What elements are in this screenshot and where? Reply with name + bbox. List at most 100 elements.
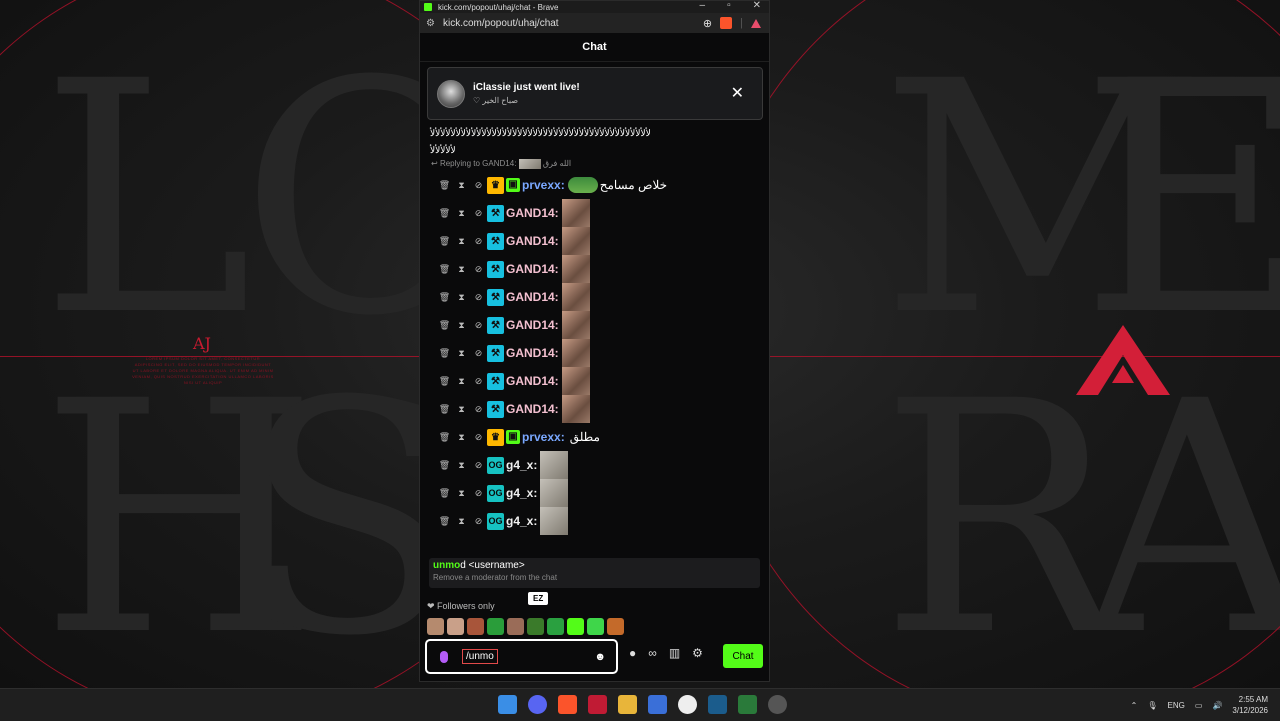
- chat-message[interactable]: 🗑 ⧗ ⊘ ⚒ GAND14:: [420, 255, 769, 283]
- trash-icon[interactable]: 🗑: [436, 320, 453, 331]
- chat-username[interactable]: GAND14:: [506, 206, 559, 220]
- microphone-tray-icon[interactable]: 🎙: [1147, 701, 1157, 710]
- chat-message[interactable]: 🗑 ⧗ ⊘ OG g4_x:: [420, 479, 769, 507]
- trash-icon[interactable]: 🗑: [436, 404, 453, 415]
- file-explorer-icon[interactable]: [618, 695, 637, 714]
- channel-points-icon[interactable]: ●: [629, 646, 636, 660]
- ban-icon[interactable]: ⊘: [470, 236, 487, 247]
- chat-username[interactable]: g4_x:: [506, 458, 537, 472]
- ban-icon[interactable]: ⊘: [470, 404, 487, 415]
- timeout-icon[interactable]: ⧗: [453, 432, 470, 443]
- emote-button[interactable]: [547, 618, 564, 635]
- chat-message[interactable]: 🗑 ⧗ ⊘ ♛ ▣ prvexx: خلاص مسامح: [420, 171, 769, 199]
- emote-button[interactable]: [587, 618, 604, 635]
- emoji-picker-icon[interactable]: ☻: [594, 651, 606, 663]
- trash-icon[interactable]: 🗑: [436, 432, 453, 443]
- close-window-icon[interactable]: ✕: [753, 1, 761, 11]
- trash-icon[interactable]: 🗑: [436, 460, 453, 471]
- chat-message[interactable]: 🗑 ⧗ ⊘ ⚒ GAND14:: [420, 283, 769, 311]
- volume-icon[interactable]: 🔊: [1212, 701, 1222, 710]
- trash-icon[interactable]: 🗑: [436, 236, 453, 247]
- steam-icon[interactable]: [708, 695, 727, 714]
- chat-username[interactable]: GAND14:: [506, 374, 559, 388]
- ban-icon[interactable]: ⊘: [470, 348, 487, 359]
- live-streamer-name[interactable]: iClassie: [473, 82, 511, 93]
- ban-icon[interactable]: ⊘: [470, 292, 487, 303]
- tray-chevron-icon[interactable]: ⌃: [1131, 701, 1138, 710]
- send-chat-button[interactable]: Chat: [723, 644, 763, 668]
- language-indicator[interactable]: ENG: [1168, 701, 1185, 710]
- timeout-icon[interactable]: ⧗: [453, 236, 470, 247]
- emote-button[interactable]: [487, 618, 504, 635]
- ban-icon[interactable]: ⊘: [470, 432, 487, 443]
- ban-icon[interactable]: ⊘: [470, 460, 487, 471]
- ban-icon[interactable]: ⊘: [470, 488, 487, 499]
- chat-username[interactable]: g4_x:: [506, 486, 537, 500]
- zoom-icon[interactable]: ⊕: [703, 17, 712, 30]
- microphone-icon[interactable]: [440, 650, 448, 663]
- chat-username[interactable]: prvexx:: [522, 430, 565, 444]
- chat-message[interactable]: 🗑 ⧗ ⊘ ♛ ▣ prvexx: مطلق: [420, 423, 769, 451]
- ban-icon[interactable]: ⊘: [470, 516, 487, 527]
- chat-input-text[interactable]: /unmo: [462, 649, 498, 664]
- timeout-icon[interactable]: ⧗: [453, 376, 470, 387]
- timeout-icon[interactable]: ⧗: [453, 404, 470, 415]
- chat-message[interactable]: 🗑 ⧗ ⊘ ⚒ GAND14:: [420, 395, 769, 423]
- brave-browser-icon[interactable]: [558, 695, 577, 714]
- apex-launcher-icon[interactable]: [588, 695, 607, 714]
- trash-icon[interactable]: 🗑: [436, 264, 453, 275]
- start-menu-icon[interactable]: [498, 695, 517, 714]
- address-bar[interactable]: ⚙ kick.com/popout/uhaj/chat ⊕ |: [420, 13, 769, 33]
- chat-username[interactable]: GAND14:: [506, 346, 559, 360]
- ban-icon[interactable]: ⊘: [470, 180, 487, 191]
- command-suggestion[interactable]: unmod <username> Remove a moderator from…: [429, 558, 760, 588]
- site-settings-icon[interactable]: ⚙: [426, 18, 435, 29]
- emote-button[interactable]: [507, 618, 524, 635]
- ban-icon[interactable]: ⊘: [470, 320, 487, 331]
- trash-icon[interactable]: 🗑: [436, 292, 453, 303]
- timeout-icon[interactable]: ⧗: [453, 348, 470, 359]
- timeout-icon[interactable]: ⧗: [453, 180, 470, 191]
- settings-gear-icon[interactable]: ⚙: [692, 646, 703, 660]
- timeout-icon[interactable]: ⧗: [453, 488, 470, 499]
- timeout-icon[interactable]: ⧗: [453, 516, 470, 527]
- discord-icon[interactable]: [528, 695, 547, 714]
- xbox-icon[interactable]: [738, 695, 757, 714]
- chat-message[interactable]: 🗑 ⧗ ⊘ ⚒ GAND14:: [420, 367, 769, 395]
- trash-icon[interactable]: 🗑: [436, 180, 453, 191]
- trash-icon[interactable]: 🗑: [436, 376, 453, 387]
- chat-username[interactable]: g4_x:: [506, 514, 537, 528]
- timeout-icon[interactable]: ⧗: [453, 264, 470, 275]
- app-icon[interactable]: [648, 695, 667, 714]
- chat-messages[interactable]: ﻷﻷﻷﻷﻷﻷﻷﻷﻷﻷﻷﻷﻷﻷﻷﻷﻷﻷﻷﻷﻷﻷﻷﻷﻷﻷﻷﻷﻷﻷﻷﻷﻷﻷﻷﻷﻷﻷﻷﻷ…: [420, 123, 769, 551]
- clock[interactable]: 2:55 AM 3/12/2026: [1232, 694, 1268, 716]
- chat-username[interactable]: GAND14:: [506, 234, 559, 248]
- chat-message[interactable]: 🗑 ⧗ ⊘ ⚒ GAND14:: [420, 339, 769, 367]
- network-icon[interactable]: ▭: [1195, 701, 1203, 710]
- emote-button[interactable]: [447, 618, 464, 635]
- chat-username[interactable]: GAND14:: [506, 290, 559, 304]
- chat-message[interactable]: 🗑 ⧗ ⊘ OG g4_x:: [420, 451, 769, 479]
- emote-button-ez[interactable]: [527, 618, 544, 635]
- trash-icon[interactable]: 🗑: [436, 348, 453, 359]
- timeout-icon[interactable]: ⧗: [453, 208, 470, 219]
- emote-button[interactable]: [467, 618, 484, 635]
- trash-icon[interactable]: 🗑: [436, 208, 453, 219]
- chat-username[interactable]: GAND14:: [506, 318, 559, 332]
- live-notification[interactable]: iClassie just went live! ♡ صباح الخير ✕: [427, 67, 763, 120]
- chat-message[interactable]: 🗑 ⧗ ⊘ OG g4_x:: [420, 507, 769, 535]
- channel-points-value[interactable]: ∞: [648, 646, 657, 660]
- timeout-icon[interactable]: ⧗: [453, 292, 470, 303]
- chat-input[interactable]: /unmo ☻: [425, 639, 618, 674]
- ban-icon[interactable]: ⊘: [470, 208, 487, 219]
- minimize-icon[interactable]: –: [700, 1, 706, 11]
- emote-button[interactable]: [607, 618, 624, 635]
- chat-username[interactable]: prvexx:: [522, 178, 565, 192]
- trash-icon[interactable]: 🗑: [436, 516, 453, 527]
- close-icon[interactable]: ✕: [731, 83, 744, 103]
- chat-message[interactable]: 🗑 ⧗ ⊘ ⚒ GAND14:: [420, 227, 769, 255]
- ban-icon[interactable]: ⊘: [470, 376, 487, 387]
- chat-username[interactable]: GAND14:: [506, 262, 559, 276]
- brave-rewards-icon[interactable]: [751, 18, 761, 28]
- chat-message[interactable]: 🗑 ⧗ ⊘ ⚒ GAND14:: [420, 311, 769, 339]
